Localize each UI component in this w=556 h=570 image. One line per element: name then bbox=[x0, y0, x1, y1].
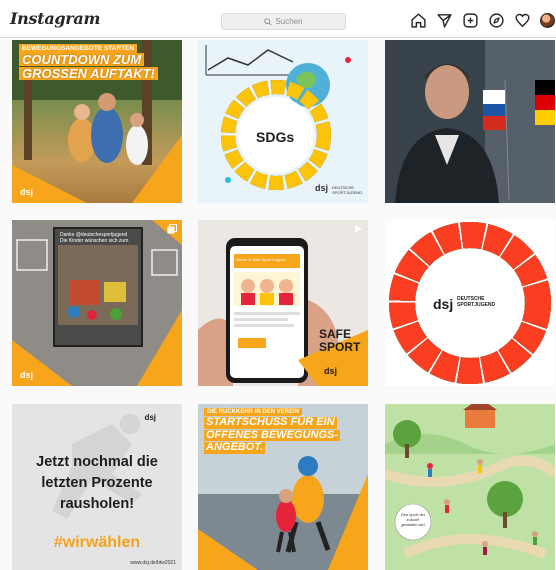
post-image bbox=[12, 220, 182, 386]
message-line: letzten Prozente bbox=[41, 475, 153, 491]
activity-icon[interactable] bbox=[514, 12, 531, 29]
top-navigation-bar: Instagram Suchen bbox=[0, 0, 556, 38]
new-post-icon[interactable] bbox=[462, 12, 479, 29]
post-image bbox=[198, 220, 368, 386]
post-wirwaehlen[interactable]: dsj Jetzt nochmal die letzten Prozente r… bbox=[12, 404, 182, 570]
dsj-subtitle: DEUTSCHE SPORTJUGEND bbox=[457, 296, 496, 308]
direct-icon[interactable] bbox=[436, 12, 453, 29]
post-image bbox=[385, 404, 555, 570]
post-safe-sport-app[interactable]: Sicher & Safe Sport Legend SAFE SPORT ds… bbox=[198, 220, 368, 386]
label-line: SPORT bbox=[319, 340, 361, 354]
phone-app-title: Sicher & Safe Sport Legend bbox=[236, 257, 286, 262]
search-icon bbox=[264, 17, 272, 26]
headline-line: ANGEBOT. bbox=[204, 441, 266, 454]
post-sdg-wheel[interactable]: dsj DEUTSCHE SPORTJUGEND bbox=[385, 220, 555, 386]
video-icon bbox=[355, 225, 362, 233]
carousel-icon bbox=[167, 224, 177, 234]
search-placeholder: Suchen bbox=[275, 17, 303, 26]
dsj-logo: dsj bbox=[20, 370, 34, 380]
instagram-logo[interactable]: Instagram bbox=[10, 9, 100, 28]
sdgs-label: SDGs bbox=[256, 129, 295, 145]
safe-sport-label: SAFE SPORT bbox=[319, 328, 360, 354]
search-input[interactable]: Suchen bbox=[221, 13, 346, 30]
message-line: rausholen! bbox=[59, 496, 135, 512]
post-image bbox=[205, 45, 351, 190]
post-countdown[interactable]: BEWEGUNGSANGEBOTE STARTEN COUNTDOWN ZUM … bbox=[12, 40, 182, 203]
post-startschuss[interactable]: DIE RÜCKKEHR IN DEN VEREIN STARTSCHUSS F… bbox=[198, 404, 368, 570]
profile-avatar[interactable] bbox=[540, 13, 555, 28]
explore-icon[interactable] bbox=[488, 12, 505, 29]
dsj-logo: dsj bbox=[20, 187, 34, 197]
post-chalk-thank-you[interactable]: Danke @deutschesportjugend Die Kinder wü… bbox=[12, 220, 182, 386]
dsj-subtitle: DEUTSCHE SPORTJUGEND bbox=[332, 185, 363, 195]
post-grid: BEWEGUNGSANGEBOTE STARTEN COUNTDOWN ZUM … bbox=[0, 38, 556, 570]
story-card-text: Danke @deutschesportjugend Die Kinder wü… bbox=[60, 232, 129, 244]
speech-bubble-text: Den sport der zukunft gestalten wir! bbox=[400, 512, 426, 527]
dsj-logo: dsj bbox=[324, 366, 338, 376]
nav-icons bbox=[410, 12, 555, 29]
post-sdgs-globe[interactable]: SDGs dsj DEUTSCHE SPORTJUGEND bbox=[198, 40, 368, 203]
post-image bbox=[385, 40, 555, 203]
headline-line: COUNTDOWN ZUM bbox=[19, 53, 145, 66]
dsj-logo: dsj bbox=[315, 183, 329, 193]
dsj-logo: dsj bbox=[433, 296, 454, 312]
post-illustrated-park[interactable]: Den sport der zukunft gestalten wir! bbox=[385, 404, 555, 570]
headline-line: GROSSEN AUFTAKT! bbox=[19, 67, 158, 80]
post-url: www.dsj.de/btw2021 bbox=[130, 560, 176, 566]
hashtag: #wirwählen bbox=[53, 534, 141, 551]
dsj-logo: dsj bbox=[144, 413, 156, 422]
home-icon[interactable] bbox=[410, 12, 427, 29]
post-headline: COUNTDOWN ZUM GROSSEN AUFTAKT! bbox=[19, 53, 179, 81]
post-headline: STARTSCHUSS FÜR EIN OFFENES BEWEGUNGS- A… bbox=[204, 416, 364, 455]
headline-line: STARTSCHUSS FÜR EIN bbox=[204, 416, 337, 429]
post-speaker[interactable] bbox=[385, 40, 555, 203]
message-line: Jetzt nochmal die bbox=[36, 454, 158, 470]
post-message: Jetzt nochmal die letzten Prozente raush… bbox=[12, 452, 182, 515]
post-kicker: DIE RÜCKKEHR IN DEN VEREIN bbox=[204, 408, 303, 416]
headline-line: OFFENES BEWEGUNGS- bbox=[204, 428, 341, 441]
